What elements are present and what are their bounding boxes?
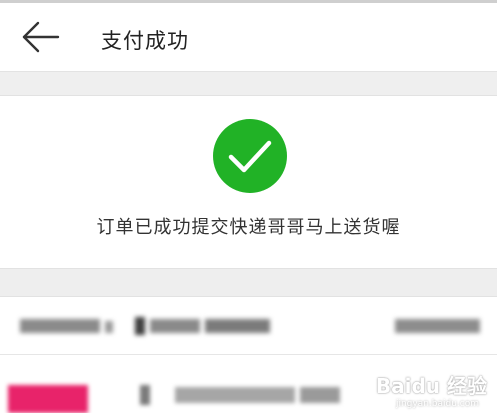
page-title: 支付成功 bbox=[101, 29, 189, 53]
pixelated-content bbox=[20, 317, 480, 335]
list-item[interactable] bbox=[0, 297, 497, 355]
app-header: 支付成功 bbox=[0, 3, 497, 72]
watermark-url: jingyan.baidu.com bbox=[395, 399, 479, 409]
list-item[interactable]: Baidu 经验 jingyan.baidu.com bbox=[0, 355, 497, 413]
arrow-left-icon bbox=[22, 21, 60, 53]
section-divider bbox=[0, 268, 497, 297]
watermark-logo: Baidu 经验 bbox=[375, 374, 487, 398]
check-circle-icon bbox=[213, 119, 287, 193]
back-button[interactable] bbox=[18, 19, 62, 55]
success-panel: 订单已成功提交快递哥哥马上送货喔 bbox=[0, 96, 497, 268]
section-divider bbox=[0, 72, 497, 96]
success-message: 订单已成功提交快递哥哥马上送货喔 bbox=[96, 217, 401, 238]
